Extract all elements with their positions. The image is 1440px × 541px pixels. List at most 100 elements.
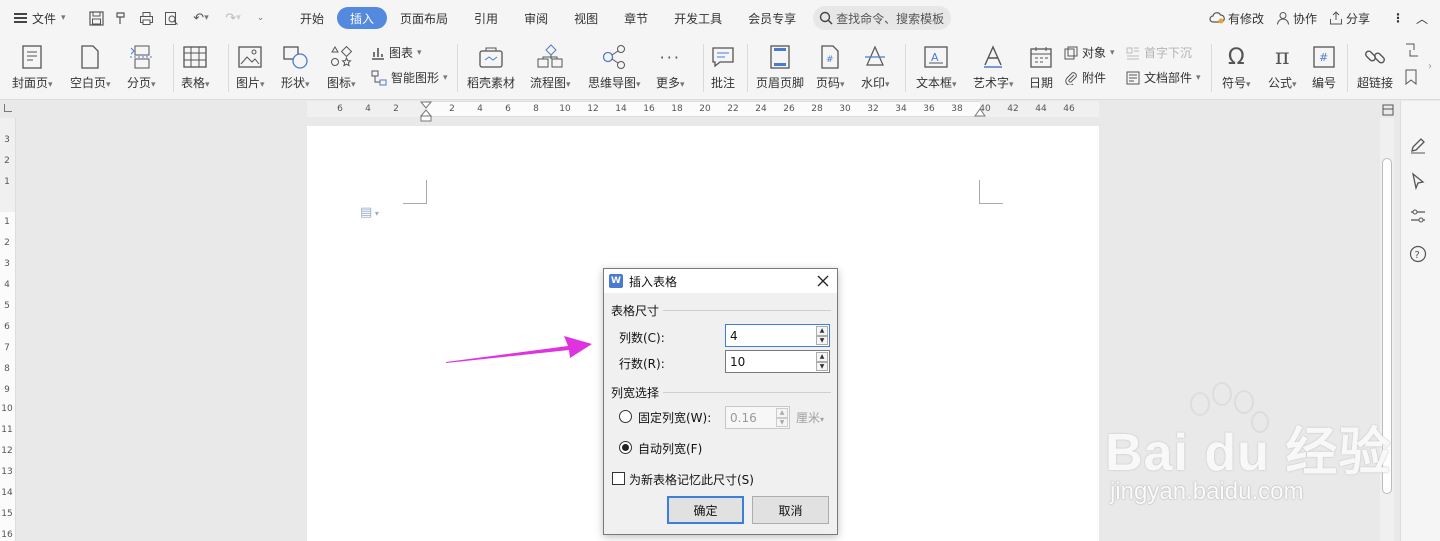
tab-developer[interactable]: 开发工具	[661, 7, 735, 29]
collab-button[interactable]: 协作	[1270, 10, 1323, 27]
icons-button[interactable]: 图标▾	[327, 42, 356, 91]
sliders-icon[interactable]	[1409, 207, 1427, 225]
vruler-tick: 1	[4, 177, 10, 187]
picture-button[interactable]: 图片▾	[236, 42, 265, 91]
undo-icon[interactable]: ↶ ▾	[184, 0, 218, 36]
bookmark-icon[interactable]	[1404, 69, 1418, 85]
vruler-tick: 16	[1, 530, 13, 540]
crossref-icon[interactable]	[1404, 42, 1420, 58]
format-painter-icon[interactable]	[109, 0, 134, 36]
chart-button[interactable]: 图表 ▾	[371, 44, 422, 61]
comment-button[interactable]: 批注	[711, 42, 735, 91]
cursor-icon[interactable]	[1409, 172, 1427, 190]
tab-page-layout[interactable]: 页面布局	[387, 7, 461, 29]
page-break-button[interactable]: 分页▾	[127, 42, 156, 91]
paragraph-icon[interactable]: ▤ ▾	[360, 205, 379, 220]
rows-up-arrow-icon[interactable]: ▲	[816, 352, 828, 362]
numbering-button[interactable]: # 编号	[1312, 42, 1336, 91]
header-footer-label: 页眉页脚	[756, 76, 805, 90]
tab-home[interactable]: 开始	[287, 7, 337, 29]
ruler-tick: 24	[755, 104, 767, 114]
fixed-up-arrow-icon[interactable]: ▲	[776, 408, 788, 418]
formula-button[interactable]: π 公式▾	[1268, 42, 1297, 91]
save-icon[interactable]	[84, 0, 109, 36]
table-icon	[183, 46, 207, 68]
right-indent-marker[interactable]	[974, 107, 986, 117]
unit-select[interactable]: 厘米▾	[796, 409, 824, 426]
shape-button[interactable]: 形状▾	[281, 42, 310, 91]
customize-toolbar-icon[interactable]: ⌄	[248, 0, 273, 36]
modified-label: 有修改	[1227, 11, 1264, 26]
material-button[interactable]: 稻壳素材	[467, 42, 515, 91]
symbol-button[interactable]: Ω 符号▾	[1222, 42, 1251, 91]
pen-icon[interactable]	[1409, 136, 1427, 154]
tab-section[interactable]: 章节	[611, 7, 661, 29]
tab-review[interactable]: 审阅	[511, 7, 561, 29]
collapse-ribbon-icon[interactable]: ︿	[1410, 10, 1434, 27]
rows-stepper[interactable]: ▲▼	[725, 350, 830, 373]
dropcap-button[interactable]: 首字下沉	[1126, 44, 1192, 61]
help-icon[interactable]: ?	[1409, 245, 1427, 263]
tab-stop-selector[interactable]	[4, 104, 12, 112]
fixed-width-stepper[interactable]: ▲▼	[725, 406, 790, 429]
rows-input[interactable]	[726, 351, 816, 372]
tab-member[interactable]: 会员专享	[735, 7, 809, 29]
hamburger-icon	[14, 13, 27, 23]
cancel-button[interactable]: 取消	[752, 496, 829, 524]
hyperlink-label: 超链接	[1357, 76, 1394, 90]
cover-page-button[interactable]: 封面页▾	[12, 42, 53, 91]
indent-marker[interactable]	[420, 101, 432, 123]
tab-references[interactable]: 引用	[461, 7, 511, 29]
file-menu[interactable]: 文件 ▾	[0, 0, 84, 36]
search-placeholder: 查找命令、搜索模板	[836, 11, 945, 26]
ok-button[interactable]: 确定	[667, 496, 744, 524]
table-button[interactable]: 表格▾	[181, 42, 210, 91]
header-footer-button[interactable]: 页眉页脚	[756, 42, 804, 91]
flowchart-button[interactable]: 流程图▾	[530, 42, 571, 91]
smartart-button[interactable]: 智能图形 ▾	[371, 69, 448, 86]
columns-stepper[interactable]: ▲▼	[725, 324, 830, 347]
mindmap-button[interactable]: 思维导图▾	[588, 42, 641, 91]
more-button[interactable]: ··· 更多▾	[656, 42, 685, 91]
fixed-down-arrow-icon[interactable]: ▼	[776, 417, 788, 427]
search-box[interactable]: 查找命令、搜索模板	[813, 6, 952, 30]
auto-width-radio[interactable]	[619, 441, 632, 454]
ribbon-scroll-right-icon[interactable]: ›	[1428, 61, 1432, 72]
watermark-icon	[865, 45, 886, 66]
pointer-arrow	[446, 336, 592, 363]
watermark-button[interactable]: 水印▾	[861, 42, 890, 91]
hyperlink-button[interactable]: 超链接	[1357, 42, 1393, 91]
textbox-button[interactable]: A 文本框▾	[916, 42, 957, 91]
tab-view[interactable]: 视图	[561, 7, 611, 29]
print-icon[interactable]	[134, 0, 159, 36]
tab-insert[interactable]: 插入	[337, 7, 388, 29]
fixed-width-radio[interactable]	[619, 410, 632, 423]
smartart-label: 智能图形	[391, 71, 440, 85]
columns-input[interactable]	[726, 325, 816, 346]
docpart-label: 文档部件	[1144, 71, 1193, 85]
print-preview-icon[interactable]	[159, 0, 184, 36]
formula-label: 公式	[1268, 76, 1293, 90]
columns-up-arrow-icon[interactable]: ▲	[816, 326, 828, 336]
rows-down-arrow-icon[interactable]: ▼	[816, 361, 828, 371]
dialog-titlebar[interactable]: W 插入表格	[604, 269, 837, 293]
wordart-button[interactable]: 艺术字▾	[973, 42, 1014, 91]
close-icon[interactable]	[815, 273, 831, 289]
remember-size-checkbox[interactable]	[612, 472, 625, 485]
columns-down-arrow-icon[interactable]: ▼	[816, 335, 828, 345]
attachment-button[interactable]: 附件	[1064, 69, 1106, 86]
ruler-tick: 16	[643, 104, 655, 114]
page-number-button[interactable]: # 页码▾	[816, 42, 845, 91]
object-button[interactable]: 对象 ▾	[1064, 44, 1115, 61]
more-options-icon[interactable]: ⋮	[1386, 11, 1410, 25]
ruler-tick: 12	[587, 104, 599, 114]
blank-page-button[interactable]: 空白页▾	[70, 42, 111, 91]
modified-status[interactable]: 有修改	[1203, 10, 1270, 27]
share-button[interactable]: 分享	[1323, 10, 1376, 27]
split-view-icon[interactable]	[1382, 104, 1394, 116]
redo-icon[interactable]: ↷ ▾	[218, 0, 248, 36]
docpart-button[interactable]: 文档部件 ▾	[1126, 69, 1201, 86]
page-break-icon	[130, 45, 153, 69]
date-button[interactable]: 日期	[1029, 42, 1053, 91]
fixed-width-input[interactable]	[726, 407, 776, 428]
